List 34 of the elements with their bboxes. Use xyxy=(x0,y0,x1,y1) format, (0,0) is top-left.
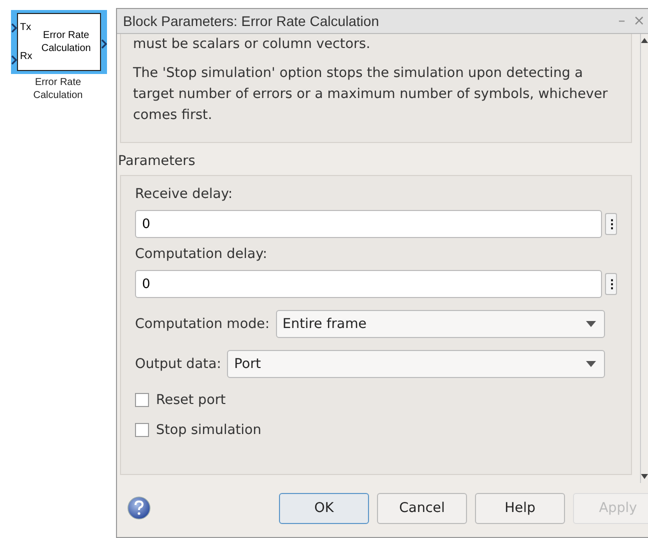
input-port-icon xyxy=(11,55,17,65)
description-text: must be scalars or column vectors. xyxy=(133,35,372,54)
checkbox-label: Reset port xyxy=(156,392,226,408)
output-port-icon xyxy=(101,39,107,49)
block-title: Error Rate Calculation xyxy=(40,29,92,55)
section-title: Parameters xyxy=(118,153,196,169)
checkbox-label: Stop simulation xyxy=(156,422,262,438)
more-button[interactable]: ⋮ xyxy=(605,273,617,295)
help-icon[interactable] xyxy=(127,496,151,520)
checkbox[interactable] xyxy=(135,393,149,407)
checkbox[interactable] xyxy=(135,423,149,437)
scroll-up-icon[interactable] xyxy=(641,38,648,43)
block-caption: Error Rate Calculation xyxy=(32,77,84,102)
dialog-button[interactable]: OK xyxy=(279,492,369,524)
block-selection-highlight[interactable]: Tx Rx Error Rate Calculation xyxy=(11,10,107,74)
dropdown-arrow-icon xyxy=(586,321,596,327)
scroll-down-icon[interactable] xyxy=(641,474,648,479)
description-text: The 'Stop simulation' option stops the simulation upon detecting a target number of errors or a maximum number of symbols, whichever comes first. xyxy=(133,64,609,125)
field-label: Computation delay: xyxy=(135,246,268,262)
input-field[interactable]: 0 xyxy=(135,210,602,238)
input-port-icon xyxy=(11,23,17,33)
more-button[interactable]: ⋮ xyxy=(605,213,617,235)
field-label: Output data: xyxy=(135,356,222,372)
dropdown-arrow-icon xyxy=(586,361,596,367)
dialog-button[interactable]: Cancel xyxy=(377,492,467,524)
dropdown[interactable]: Port xyxy=(227,350,605,378)
port-label: Rx xyxy=(20,51,32,62)
field-label: Receive delay: xyxy=(135,186,234,202)
window-title: Block Parameters: Error Rate Calculation xyxy=(123,13,379,29)
port-label: Tx xyxy=(20,22,32,33)
input-field[interactable]: 0 xyxy=(135,270,602,298)
dropdown[interactable]: Entire frame xyxy=(276,310,605,338)
dialog-button[interactable]: Help xyxy=(475,492,565,524)
field-label: Computation mode: xyxy=(135,316,270,332)
